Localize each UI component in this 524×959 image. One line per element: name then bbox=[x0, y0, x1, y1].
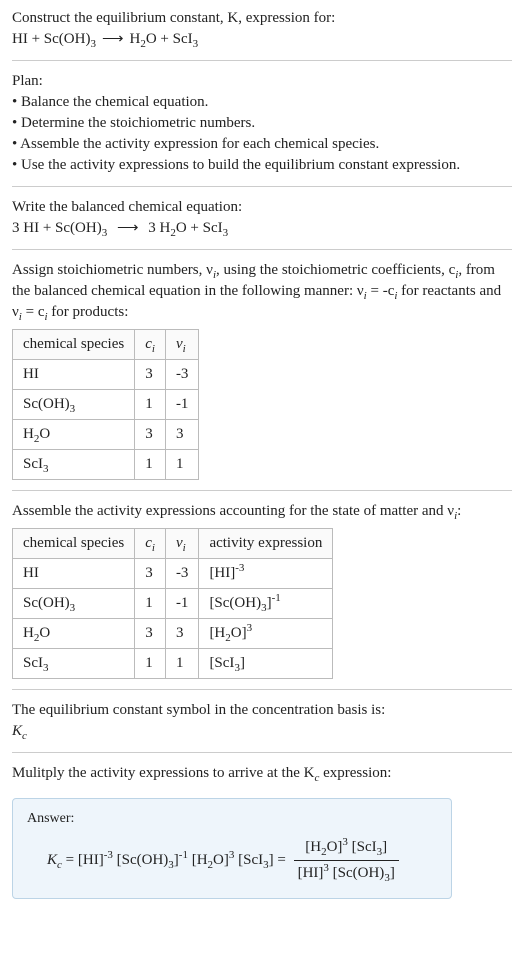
answer-label: Answer: bbox=[27, 809, 437, 829]
assemble-section: Assemble the activity expressions accoun… bbox=[12, 501, 512, 690]
kc-symbol: Kc bbox=[12, 723, 27, 739]
balanced-title: Write the balanced chemical equation: bbox=[12, 199, 242, 215]
prompt-line1: Construct the equilibrium constant, K, e… bbox=[12, 10, 335, 26]
col-species: chemical species bbox=[13, 529, 135, 559]
stoichiometry-table: chemical species ci νi HI 3 -3 Sc(OH)3 1… bbox=[12, 329, 199, 480]
assign-text: Assign stoichiometric numbers, νi, using… bbox=[12, 262, 501, 320]
col-vi: νi bbox=[165, 330, 199, 360]
symbol-text: The equilibrium constant symbol in the c… bbox=[12, 702, 385, 718]
table-row: H2O 3 3 [H2O]3 bbox=[13, 619, 333, 649]
table-row: Sc(OH)3 1 -1 [Sc(OH)3]-1 bbox=[13, 589, 333, 619]
table-row: ScI3 1 1 [ScI3] bbox=[13, 649, 333, 679]
plan-bullet-4: • Use the activity expressions to build … bbox=[12, 157, 460, 173]
table-header-row: chemical species ci νi activity expressi… bbox=[13, 529, 333, 559]
multiply-text: Mulitply the activity expressions to arr… bbox=[12, 765, 391, 781]
multiply-section: Mulitply the activity expressions to arr… bbox=[12, 763, 512, 788]
plan-bullet-3: • Assemble the activity expression for e… bbox=[12, 136, 379, 152]
activity-table: chemical species ci νi activity expressi… bbox=[12, 528, 333, 679]
prompt-section: Construct the equilibrium constant, K, e… bbox=[12, 8, 512, 61]
reaction-arrow-icon: ⟶ bbox=[117, 218, 139, 239]
fraction-numerator: [H2O]3 [ScI3] bbox=[294, 837, 399, 861]
table-header-row: chemical species ci νi bbox=[13, 330, 199, 360]
col-activity: activity expression bbox=[199, 529, 333, 559]
fraction: [H2O]3 [ScI3] [HI]3 [Sc(OH)3] bbox=[294, 837, 399, 884]
table-row: Sc(OH)3 1 -1 bbox=[13, 390, 199, 420]
reaction-arrow-icon: ⟶ bbox=[102, 29, 124, 50]
balanced-equation: 3 HI + Sc(OH)3 ⟶ 3 H2O + ScI3 bbox=[12, 220, 228, 236]
plan-bullet-2: • Determine the stoichiometric numbers. bbox=[12, 115, 255, 131]
plan-title: Plan: bbox=[12, 73, 43, 89]
fraction-denominator: [HI]3 [Sc(OH)3] bbox=[294, 861, 399, 884]
table-row: HI 3 -3 bbox=[13, 360, 199, 390]
kc-expression: Kc = [HI]-3 [Sc(OH)3]-1 [H2O]3 [ScI3] = … bbox=[47, 837, 437, 884]
prompt-equation: HI + Sc(OH)3⟶H2O + ScI3 bbox=[12, 31, 198, 47]
symbol-section: The equilibrium constant symbol in the c… bbox=[12, 700, 512, 753]
col-ci: ci bbox=[135, 529, 166, 559]
table-row: HI 3 -3 [HI]-3 bbox=[13, 559, 333, 589]
plan-bullet-1: • Balance the chemical equation. bbox=[12, 94, 208, 110]
col-vi: νi bbox=[165, 529, 199, 559]
assemble-text: Assemble the activity expressions accoun… bbox=[12, 503, 461, 519]
balanced-section: Write the balanced chemical equation: 3 … bbox=[12, 197, 512, 250]
table-row: ScI3 1 1 bbox=[13, 450, 199, 480]
table-row: H2O 3 3 bbox=[13, 420, 199, 450]
col-species: chemical species bbox=[13, 330, 135, 360]
assign-section: Assign stoichiometric numbers, νi, using… bbox=[12, 260, 512, 491]
plan-section: Plan: • Balance the chemical equation. •… bbox=[12, 71, 512, 187]
col-ci: ci bbox=[135, 330, 166, 360]
answer-box: Answer: Kc = [HI]-3 [Sc(OH)3]-1 [H2O]3 [… bbox=[12, 798, 452, 899]
